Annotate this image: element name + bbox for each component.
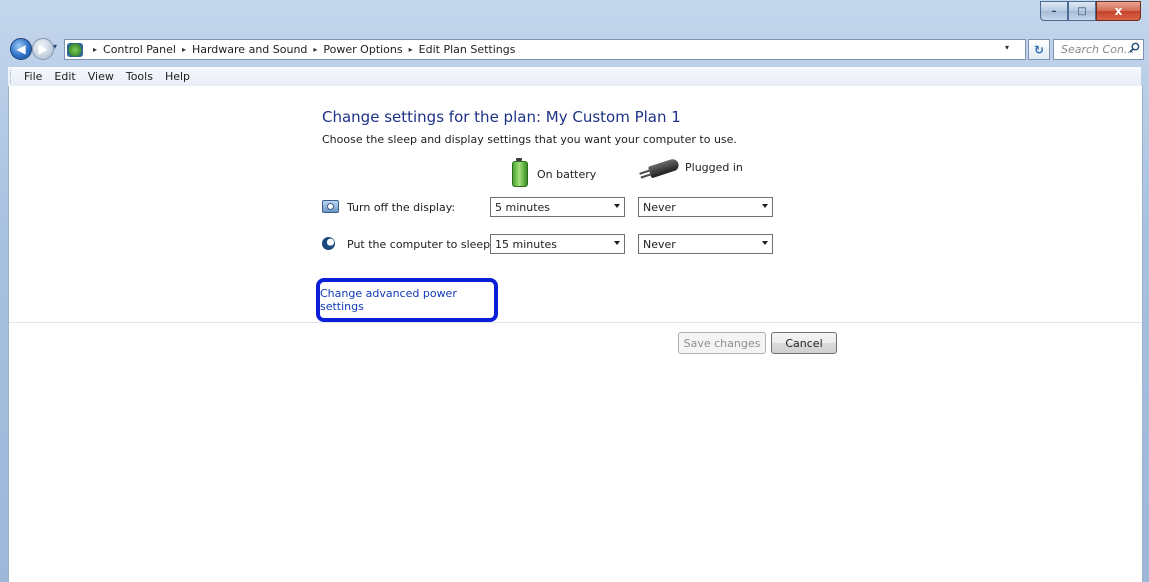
select-value: 5 minutes — [495, 200, 551, 214]
refresh-icon: ↻ — [1033, 42, 1045, 57]
save-changes-button[interactable]: Save changes — [678, 332, 766, 354]
menu-file[interactable]: File — [18, 70, 48, 83]
battery-icon — [512, 158, 528, 187]
setting-label-sleep: Put the computer to sleep: — [347, 237, 494, 251]
search-placeholder: Search Con... — [1061, 43, 1135, 56]
advanced-power-settings-link[interactable]: Change advanced power settings — [316, 278, 498, 322]
cancel-button[interactable]: Cancel — [771, 332, 837, 354]
window-frame: – □ x ◀ ▶ ▾ ▸ Control Panel ▸ Hardware a… — [0, 0, 1149, 582]
monitor-icon-wrap — [322, 200, 339, 214]
chevron-down-icon — [762, 204, 768, 208]
page-title: Change settings for the plan: My Custom … — [322, 108, 681, 126]
sleep-on-battery-select[interactable]: 15 minutes — [490, 234, 625, 254]
breadcrumb-edit-plan-settings[interactable]: Edit Plan Settings — [419, 43, 516, 56]
chevron-down-icon — [614, 204, 620, 208]
moon-icon-wrap — [322, 237, 338, 251]
maximize-button[interactable]: □ — [1068, 1, 1096, 21]
chevron-down-icon — [762, 241, 768, 245]
minimize-button[interactable]: – — [1040, 1, 1068, 21]
breadcrumb: ▸ Control Panel ▸ Hardware and Sound ▸ P… — [87, 43, 515, 56]
forward-button[interactable]: ▶ — [32, 38, 54, 60]
content-pane: Change settings for the plan: My Custom … — [8, 86, 1143, 582]
breadcrumb-separator-icon[interactable]: ▸ — [93, 45, 97, 54]
breadcrumb-separator-icon[interactable]: ▸ — [409, 45, 413, 54]
menu-edit[interactable]: Edit — [48, 70, 81, 83]
power-plug-icon — [647, 157, 681, 178]
close-button[interactable]: x — [1096, 1, 1141, 21]
menu-bar: File Edit View Tools Help — [8, 67, 1141, 87]
breadcrumb-separator-icon[interactable]: ▸ — [313, 45, 317, 54]
setting-row-display: Turn off the display: 5 minutes Never — [322, 197, 773, 217]
chevron-down-icon — [614, 241, 620, 245]
display-plugged-in-select[interactable]: Never — [638, 197, 773, 217]
sleep-plugged-in-select[interactable]: Never — [638, 234, 773, 254]
divider — [9, 322, 1142, 323]
forward-arrow-icon: ▶ — [38, 42, 48, 56]
page-subtitle: Choose the sleep and display settings th… — [322, 133, 737, 146]
control-panel-icon — [67, 42, 83, 57]
breadcrumb-power-options[interactable]: Power Options — [323, 43, 402, 56]
setting-label-display: Turn off the display: — [347, 200, 456, 214]
plugged-in-label: Plugged in — [685, 161, 743, 174]
address-row: ◀ ▶ ▾ ▸ Control Panel ▸ Hardware and Sou… — [0, 36, 1149, 62]
display-on-battery-select[interactable]: 5 minutes — [490, 197, 625, 217]
select-value: Never — [643, 200, 676, 214]
select-value: 15 minutes — [495, 237, 558, 251]
monitor-icon — [322, 200, 339, 213]
on-battery-column-header: On battery — [512, 158, 597, 187]
plugged-in-column-header: Plugged in — [647, 157, 743, 178]
breadcrumb-separator-icon[interactable]: ▸ — [182, 45, 186, 54]
search-input[interactable]: Search Con... — [1053, 39, 1144, 60]
select-value: Never — [643, 237, 676, 251]
menu-view[interactable]: View — [82, 70, 120, 83]
recent-pages-dropdown[interactable]: ▾ — [53, 42, 57, 51]
address-bar[interactable]: ▸ Control Panel ▸ Hardware and Sound ▸ P… — [64, 39, 1026, 60]
back-button[interactable]: ◀ — [10, 38, 32, 60]
breadcrumb-hardware-and-sound[interactable]: Hardware and Sound — [192, 43, 307, 56]
menu-tools[interactable]: Tools — [120, 70, 159, 83]
title-bar: – □ x — [0, 0, 1149, 34]
back-arrow-icon: ◀ — [16, 42, 26, 56]
address-dropdown-icon[interactable]: ▾ — [1005, 43, 1009, 52]
breadcrumb-control-panel[interactable]: Control Panel — [103, 43, 176, 56]
setting-row-sleep: Put the computer to sleep: 15 minutes Ne… — [322, 234, 773, 254]
caption-buttons: – □ x — [1040, 1, 1141, 21]
moon-icon — [322, 237, 335, 250]
on-battery-label: On battery — [537, 167, 597, 181]
advanced-link-label[interactable]: Change advanced power settings — [320, 287, 494, 313]
search-icon[interactable] — [1129, 42, 1140, 53]
menu-help[interactable]: Help — [159, 70, 196, 83]
refresh-button[interactable]: ↻ — [1028, 39, 1050, 60]
menu-grip — [10, 70, 14, 83]
